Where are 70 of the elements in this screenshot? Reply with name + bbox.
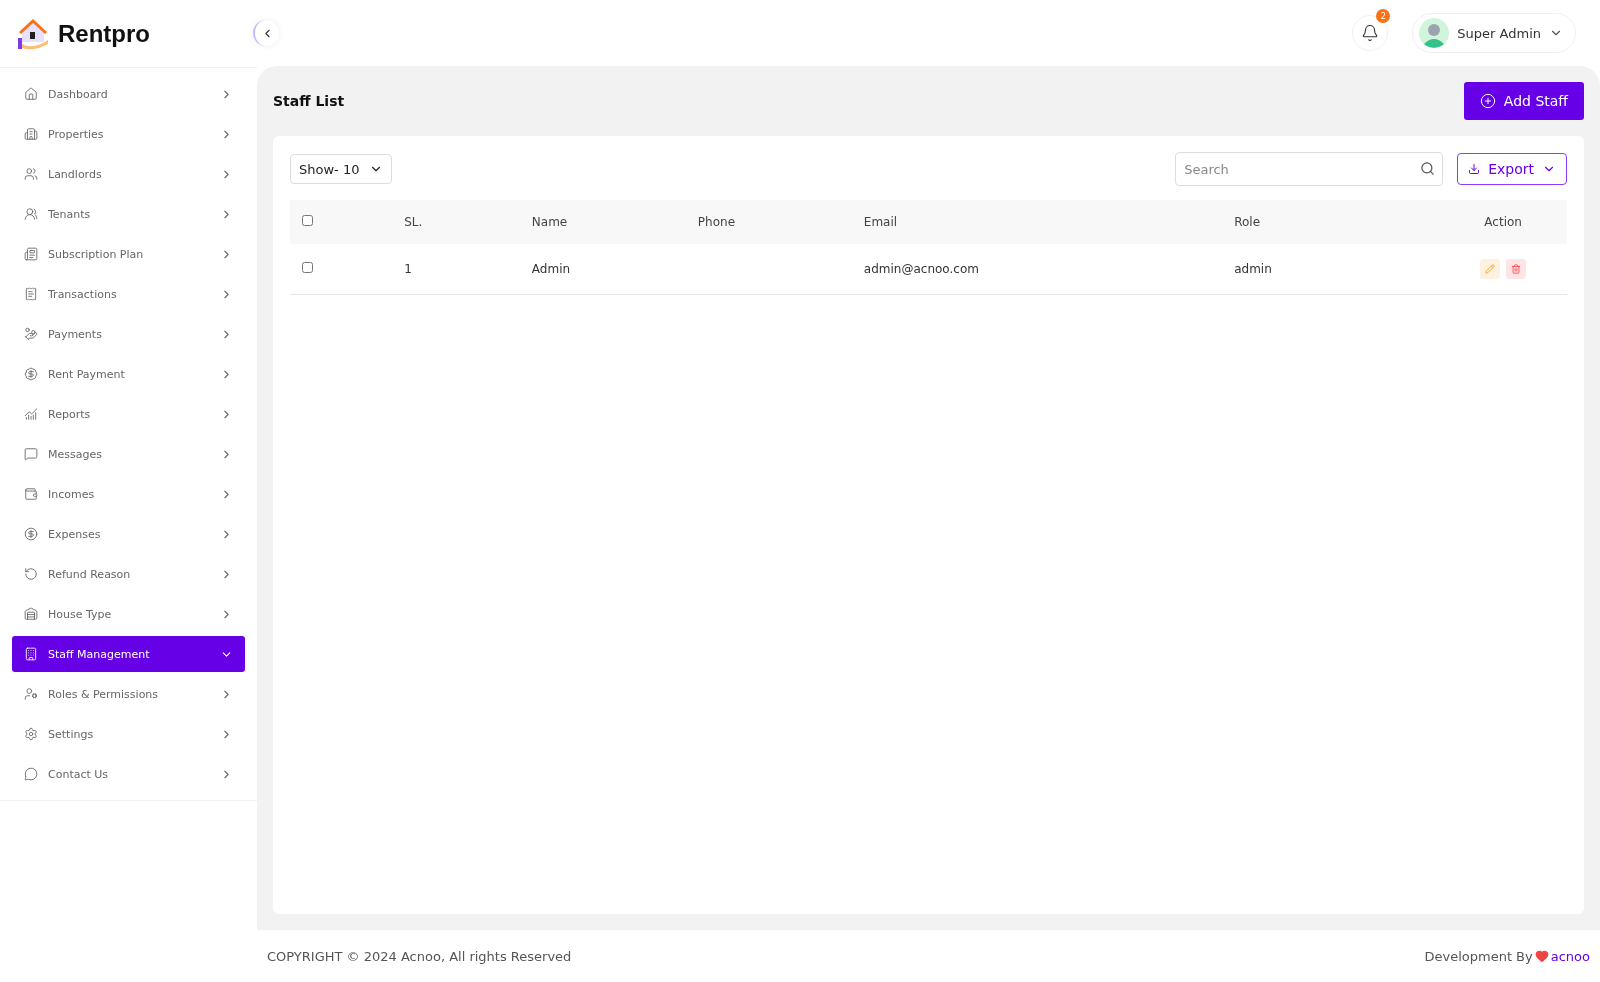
select-all-checkbox[interactable] xyxy=(302,215,313,226)
sidebar-item[interactable]: Incomes xyxy=(12,476,245,512)
column-header: Phone xyxy=(685,200,852,244)
user-menu[interactable]: Super Admin xyxy=(1412,13,1576,53)
sidebar-item[interactable]: Expenses xyxy=(12,516,245,552)
sidebar-item[interactable]: Properties xyxy=(12,116,245,152)
menu-item-icon xyxy=(24,527,38,541)
search-field[interactable]: Search xyxy=(1175,152,1444,186)
developer-credit: Development By xyxy=(1424,948,1533,964)
menu-item-icon xyxy=(24,567,38,581)
sidebar-item[interactable]: Tenants xyxy=(12,196,245,232)
table-cell: admin xyxy=(1222,244,1440,294)
menu-item-icon xyxy=(24,607,38,621)
menu-item-icon xyxy=(24,687,38,701)
table-cell: admin@acnoo.com xyxy=(851,244,1223,294)
sidebar-item[interactable]: House Type xyxy=(12,596,245,632)
trash-icon xyxy=(1511,263,1522,274)
column-header: Email xyxy=(851,200,1223,244)
menu-item-icon xyxy=(24,407,38,421)
collapse-sidebar-button[interactable] xyxy=(253,20,279,46)
menu-item-icon xyxy=(24,207,38,221)
sidebar-item[interactable]: Messages xyxy=(12,436,245,472)
sidebar-item[interactable]: Reports xyxy=(12,396,245,432)
sidebar-item[interactable]: Roles & Permissions xyxy=(12,676,245,712)
menu-item-icon xyxy=(24,167,38,181)
menu-item-icon xyxy=(24,287,38,301)
delete-button[interactable] xyxy=(1506,258,1527,279)
menu-item-icon xyxy=(24,327,38,341)
brand-name: Rentpro xyxy=(58,19,150,48)
menu-item-icon xyxy=(24,367,38,381)
export-button[interactable]: Export xyxy=(1457,153,1567,185)
sidebar-item[interactable]: Rent Payment xyxy=(12,356,245,392)
column-header: Role xyxy=(1222,200,1440,244)
menu-item-icon xyxy=(24,127,38,141)
sidebar-item[interactable]: Staff Management xyxy=(12,636,245,672)
bell-icon xyxy=(1361,24,1380,42)
table-cell: 1 xyxy=(392,244,520,294)
heart-icon xyxy=(1534,949,1549,963)
plus-circle-icon xyxy=(1479,93,1496,109)
menu-item-icon xyxy=(24,487,38,501)
sidebar-item[interactable]: Payments xyxy=(12,316,245,352)
download-icon xyxy=(1468,163,1481,175)
copyright-text: COPYRIGHT © 2024 Acnoo, All rights Reserved xyxy=(267,948,572,964)
sidebar-item[interactable]: Contact Us xyxy=(12,756,245,792)
menu-item-icon xyxy=(24,727,38,741)
row-checkbox[interactable] xyxy=(302,261,313,273)
sidebar-item[interactable]: Landlords xyxy=(12,156,245,192)
menu-item-icon xyxy=(24,247,38,261)
sidebar-item[interactable]: Settings xyxy=(12,716,245,752)
page-title: Staff List xyxy=(273,93,345,109)
menu-item-icon xyxy=(24,447,38,461)
pencil-icon xyxy=(1485,263,1496,274)
sidebar-item[interactable]: Subscription Plan xyxy=(12,236,245,272)
search-icon xyxy=(1420,161,1436,176)
column-header: SL. xyxy=(392,200,520,244)
menu-item-icon xyxy=(24,87,38,101)
sidebar-item[interactable]: Refund Reason xyxy=(12,556,245,592)
house-logo-icon xyxy=(16,17,50,50)
avatar-icon xyxy=(1419,18,1450,48)
sidebar-item[interactable]: Transactions xyxy=(12,276,245,312)
developer-link[interactable]: acnoo xyxy=(1550,948,1590,964)
column-header: Action xyxy=(1439,200,1567,244)
sidebar-item[interactable]: Dashboard xyxy=(12,76,245,112)
menu-item-icon xyxy=(24,767,38,781)
notification-count: 2 xyxy=(1376,9,1391,23)
table-cell: Admin xyxy=(519,244,686,294)
column-header: Name xyxy=(519,200,686,244)
add-staff-button[interactable]: Add Staff xyxy=(1463,82,1584,120)
page-size-select[interactable]: Show- 10 xyxy=(290,154,393,184)
menu-item-icon xyxy=(24,647,38,661)
